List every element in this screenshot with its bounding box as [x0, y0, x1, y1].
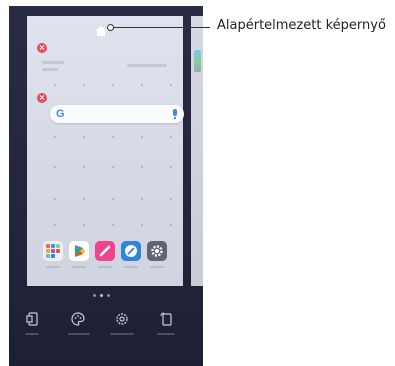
app-label-placeholder — [46, 266, 60, 268]
grid-dot — [170, 84, 172, 86]
phone-frame: × × G — [9, 6, 203, 366]
callout-dot — [107, 24, 114, 31]
compass-app-icon[interactable] — [121, 241, 141, 261]
grid-dot — [54, 224, 56, 226]
grid-dot — [54, 84, 56, 86]
grid-dot — [54, 136, 56, 138]
toolbar-label-placeholder — [25, 333, 39, 335]
callout-line — [112, 27, 210, 28]
app-label-placeholder — [98, 266, 112, 268]
toolbar-label-placeholder — [110, 333, 134, 335]
grid-dot — [83, 224, 85, 226]
grid-dot — [112, 84, 114, 86]
grid-dot — [170, 136, 172, 138]
rotate-screen-icon[interactable] — [159, 311, 175, 327]
grid-dot — [141, 224, 143, 226]
grid-dot — [83, 84, 85, 86]
microphone-icon[interactable] — [173, 109, 177, 119]
grid-dot — [141, 166, 143, 168]
google-g-icon: G — [56, 108, 65, 120]
app-icon-partial — [194, 50, 201, 72]
callout-label: Alapértelmezett képernyő — [217, 18, 386, 33]
grid-dot — [170, 166, 172, 168]
app-folder-icon[interactable] — [43, 241, 63, 261]
remove-widget-badge[interactable]: × — [37, 43, 47, 53]
page-indicator-dot — [93, 294, 96, 297]
home-icon[interactable] — [95, 21, 107, 36]
settings-gear-icon[interactable] — [147, 241, 167, 261]
home-screen-preview[interactable]: × × G — [27, 16, 184, 286]
page-indicator-dot — [107, 294, 110, 297]
theme-palette-icon[interactable] — [70, 311, 86, 327]
remove-widget-badge[interactable]: × — [37, 93, 47, 103]
settings-gear-icon[interactable] — [114, 311, 130, 327]
page-indicator-home-icon — [100, 294, 103, 297]
grid-dot — [54, 166, 56, 168]
grid-dot — [83, 136, 85, 138]
widget-placeholder — [42, 68, 58, 71]
grid-dot — [83, 198, 85, 200]
grid-dot — [83, 166, 85, 168]
grid-dot — [112, 166, 114, 168]
app-label-placeholder — [124, 266, 138, 268]
widget-placeholder — [127, 64, 167, 67]
widget-placeholder — [42, 61, 64, 64]
toolbar-label-placeholder — [157, 333, 175, 335]
grid-dot — [112, 198, 114, 200]
app-label-placeholder — [150, 266, 164, 268]
grid-dot — [141, 84, 143, 86]
pen-app-icon[interactable] — [95, 241, 115, 261]
grid-dot — [112, 224, 114, 226]
grid-dot — [54, 198, 56, 200]
app-label-placeholder — [72, 266, 86, 268]
next-screen-preview[interactable] — [191, 16, 203, 286]
grid-dot — [141, 136, 143, 138]
google-search-widget[interactable]: G — [50, 105, 184, 123]
play-store-icon[interactable] — [69, 241, 89, 261]
grid-dot — [170, 224, 172, 226]
grid-dot — [112, 136, 114, 138]
grid-dot — [141, 198, 143, 200]
wallpaper-phone-icon[interactable] — [25, 311, 41, 327]
toolbar-label-placeholder — [68, 333, 90, 335]
grid-dot — [170, 198, 172, 200]
